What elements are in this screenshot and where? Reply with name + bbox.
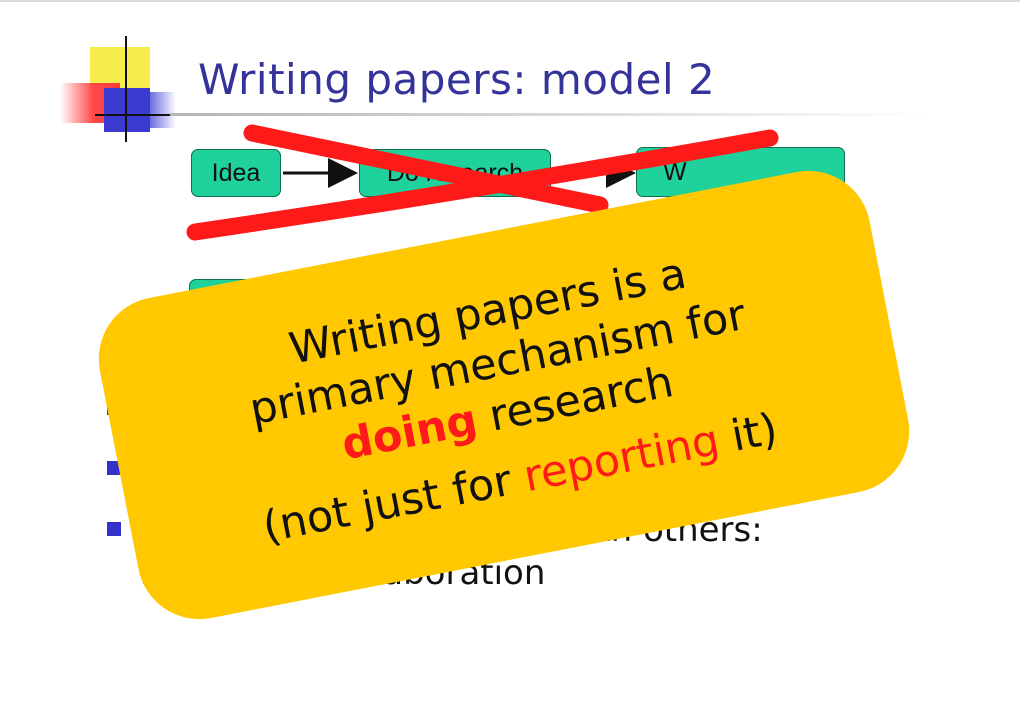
callout-line-4-pre: (not just for — [258, 453, 530, 553]
bullet-marker — [107, 522, 121, 536]
callout-line-4-post: it) — [713, 404, 782, 465]
